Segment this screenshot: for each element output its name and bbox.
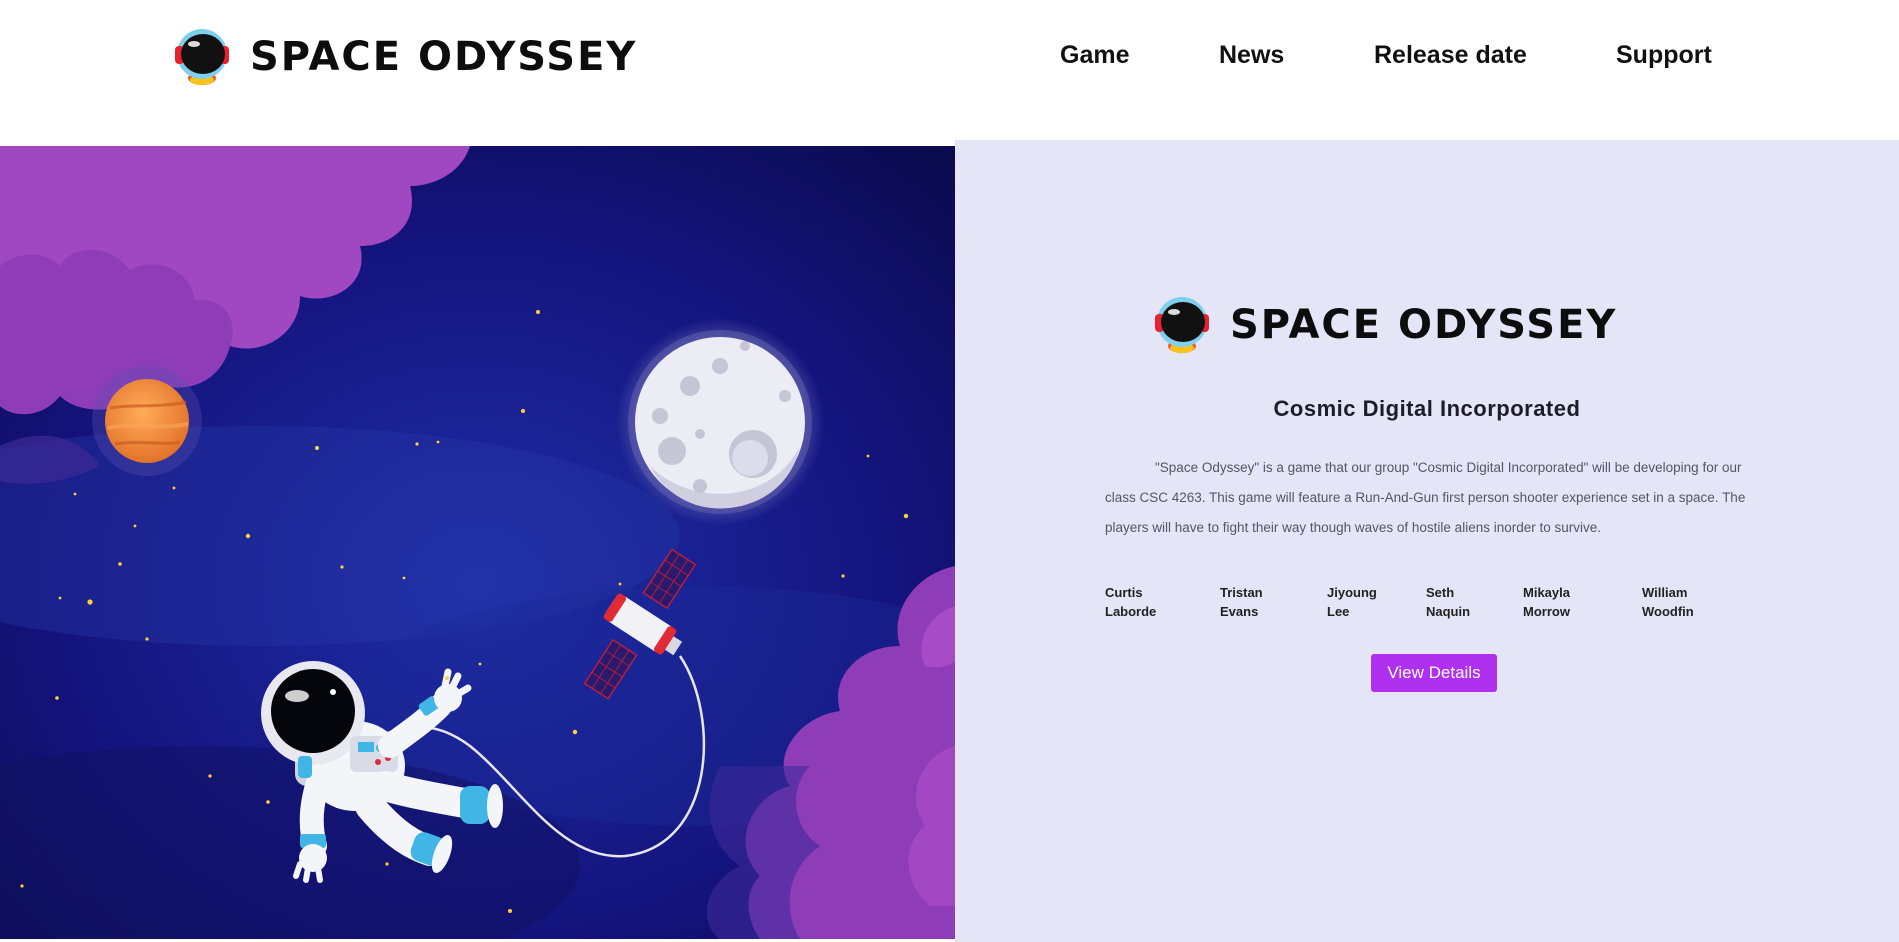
team-member: Mikayla Morrow: [1523, 583, 1613, 621]
nav-link-support[interactable]: Support: [1616, 36, 1712, 74]
astronaut-helmet-icon: [1152, 290, 1216, 361]
team-member: Jiyoung Lee: [1327, 583, 1417, 621]
team-members: Curtis Laborde Tristan Evans Jiyoung Lee…: [1105, 583, 1805, 623]
team-member: William Woodfin: [1642, 583, 1732, 621]
nav-link-game[interactable]: Game: [1060, 36, 1129, 74]
site-logo[interactable]: SPACE ODYSSEY: [172, 24, 637, 90]
member-first-name: Jiyoung: [1327, 585, 1377, 600]
member-first-name: Mikayla: [1523, 585, 1570, 600]
member-first-name: Seth: [1426, 585, 1455, 600]
panel-title: SPACE ODYSSEY: [1230, 302, 1618, 348]
site-title: SPACE ODYSSEY: [250, 34, 638, 80]
member-last-name: Woodfin: [1642, 604, 1694, 619]
member-last-name: Evans: [1220, 604, 1259, 619]
astronaut-helmet-icon: [172, 22, 236, 93]
member-first-name: Tristan: [1220, 585, 1263, 600]
game-description: "Space Odyssey" is a game that our group…: [1105, 460, 1746, 535]
team-member: Curtis Laborde: [1105, 583, 1195, 621]
team-member: Tristan Evans: [1220, 583, 1310, 621]
panel-logo: SPACE ODYSSEY: [1152, 292, 1617, 358]
member-first-name: Curtis: [1105, 585, 1143, 600]
game-info-panel: SPACE ODYSSEY Cosmic Digital Incorporate…: [955, 140, 1899, 942]
moon: [616, 318, 824, 526]
team-member: Seth Naquin: [1426, 583, 1516, 621]
member-last-name: Naquin: [1426, 604, 1471, 619]
orange-planet: [92, 366, 202, 476]
site-header: SPACE ODYSSEY Game News Release date Sup…: [0, 0, 1899, 140]
nav-link-news[interactable]: News: [1219, 36, 1284, 74]
member-first-name: William: [1642, 585, 1688, 600]
hero-illustration: [0, 146, 955, 939]
member-last-name: Lee: [1327, 604, 1350, 619]
view-details-button[interactable]: View Details: [1371, 654, 1497, 692]
member-last-name: Morrow: [1523, 604, 1570, 619]
member-last-name: Laborde: [1105, 604, 1157, 619]
company-name: Cosmic Digital Incorporated: [1273, 396, 1581, 421]
nav-link-release-date[interactable]: Release date: [1374, 36, 1527, 74]
